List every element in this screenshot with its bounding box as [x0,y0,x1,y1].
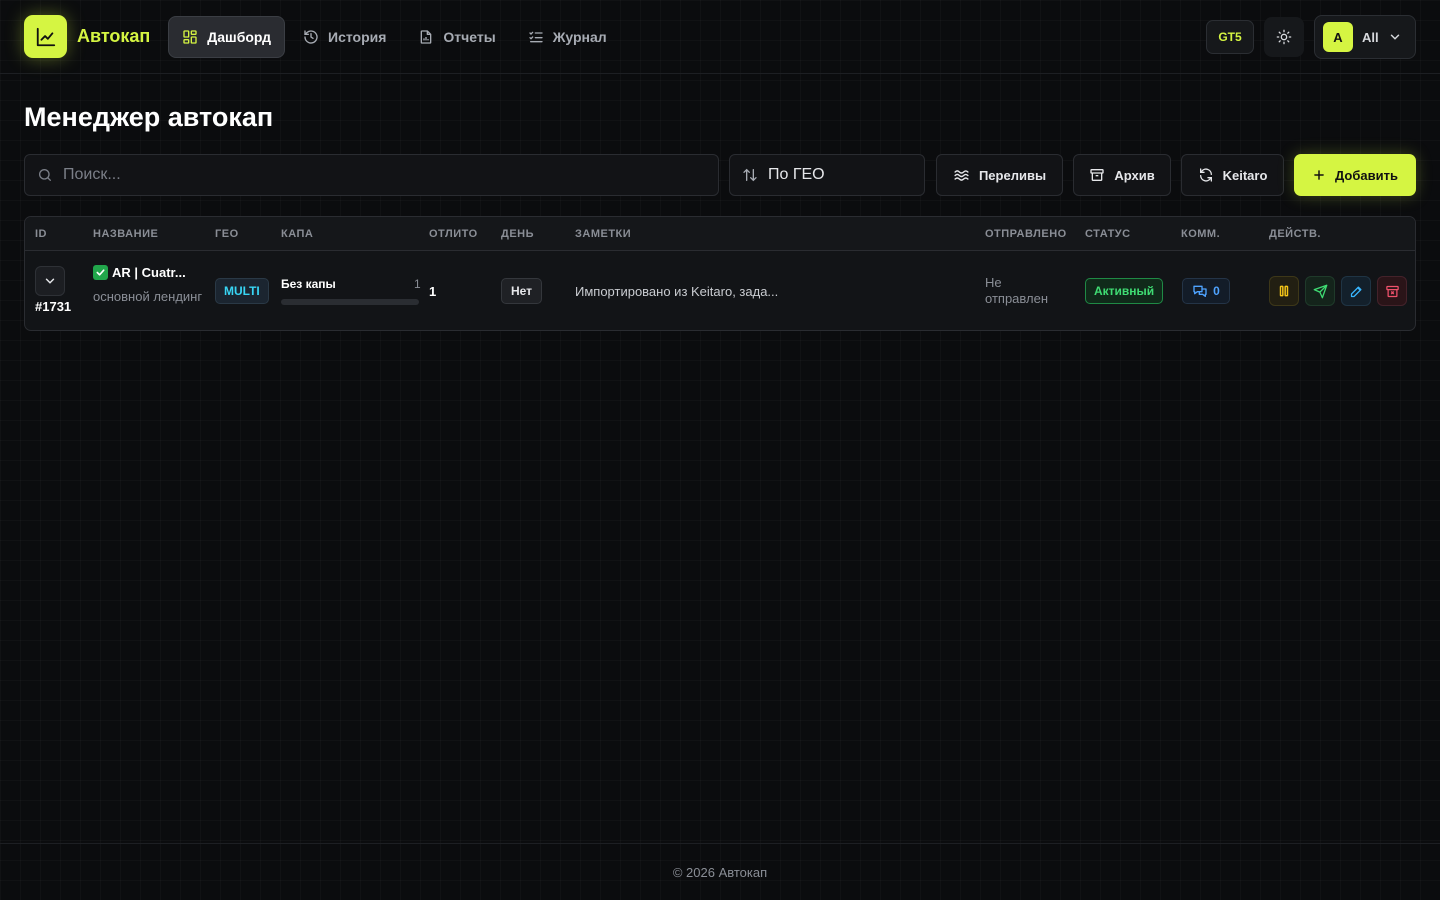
footer-text: © 2026 Автокап [672,864,768,880]
nav-dashboard[interactable]: Дашборд [168,15,286,58]
nav-history-label: История [328,28,387,45]
add-button[interactable]: Добавить [1294,154,1416,196]
user-name: All [1362,29,1379,45]
poured-value: 1 [429,284,437,299]
col-actions: ДЕЙСТВ. [1269,228,1321,240]
nav-reports-label: Отчеты [443,28,496,45]
comments-count: 0 [1213,284,1220,298]
page-title: Менеджер автокап [24,102,274,132]
sun-icon [1276,29,1292,45]
footer: © 2026 Автокап [0,843,1440,900]
row-name-text: AR | Cuatr... [112,265,186,280]
archive-button[interactable]: Архив [1073,154,1171,196]
main-nav: Дашборд История Отчеты Журнал [168,15,621,58]
header-actions: GT5 A All [1206,15,1416,59]
col-geo[interactable]: ГЕО [215,228,239,240]
row-name[interactable]: AR | Cuatr... [93,265,186,280]
comments-button[interactable]: 0 [1182,278,1230,304]
edit-button[interactable] [1341,276,1371,306]
history-icon [304,29,318,44]
nav-journal-label: Журнал [552,28,607,45]
col-comments[interactable]: КОММ. [1181,228,1220,240]
sort-arrows-icon [743,168,757,182]
cap-count: 1 [414,277,421,291]
send-icon [1313,284,1327,298]
col-poured[interactable]: ОТЛИТО [429,228,478,240]
cap-label: Без капы [281,277,336,291]
nav-history[interactable]: История [289,16,400,58]
grid-icon [183,29,197,44]
col-day[interactable]: ДЕНЬ [501,228,534,240]
day-badge: Нет [501,278,543,304]
logo[interactable] [24,15,67,58]
top-bar: Автокап Дашборд История Отчеты Журнал GT… [0,0,1440,74]
search-input[interactable] [63,166,663,184]
archive-x-icon [1385,285,1399,297]
sort-label: По ГЕО [768,166,825,183]
expand-row-button[interactable] [35,266,65,296]
col-status[interactable]: СТАТУС [1085,228,1131,240]
keitaro-sync-button[interactable]: Keitaro [1181,154,1284,196]
check-icon [93,265,108,280]
chat-icon [1193,285,1207,297]
nav-journal[interactable]: Журнал [514,16,621,58]
document-icon [421,29,432,44]
waves-icon [954,169,969,181]
autocap-table: ID НАЗВАНИЕ ГЕО КАПА ОТЛИТО ДЕНЬ ЗАМЕТКИ… [24,216,1416,331]
col-cap[interactable]: КАПА [281,228,313,240]
chart-line-icon [36,27,55,46]
table-header: ID НАЗВАНИЕ ГЕО КАПА ОТЛИТО ДЕНЬ ЗАМЕТКИ… [25,217,1415,251]
archive-row-button[interactable] [1377,276,1407,306]
user-menu-button[interactable]: A All [1314,15,1416,59]
list-check-icon [529,31,543,42]
overflow-button[interactable]: Переливы [936,154,1063,196]
app-name: Автокап [77,26,151,46]
row-id: #1731 [35,299,72,314]
keitaro-label: Keitaro [1222,167,1268,183]
avatar: A [1323,22,1353,52]
archive-icon [1090,169,1104,181]
pause-button[interactable] [1269,276,1299,306]
col-id[interactable]: ID [35,228,47,240]
send-button[interactable] [1305,276,1335,306]
sent-status: Не отправлен [985,275,1049,306]
theme-toggle-button[interactable] [1264,17,1304,57]
row-subtitle: основной лендинг [93,289,203,304]
add-label: Добавить [1335,167,1398,183]
sort-select[interactable]: По ГЕО [729,154,925,196]
overflow-label: Переливы [978,167,1047,183]
row-notes: Импортировано из Keitaro, зада... [575,284,779,299]
col-sent[interactable]: ОТПРАВЛЕНО [985,228,1067,240]
geo-badge: MULTI [215,278,269,304]
archive-label: Архив [1114,167,1155,183]
search-box[interactable] [24,154,719,196]
table-row: #1731 AR | Cuatr... основной лендинг MUL… [25,251,1415,330]
chevron-down-icon [1390,34,1399,40]
chevron-down-icon [45,278,55,284]
gt-badge-button[interactable]: GT5 [1206,20,1254,54]
col-name[interactable]: НАЗВАНИЕ [93,228,158,240]
col-notes[interactable]: ЗАМЕТКИ [575,228,631,240]
nav-dashboard-label: Дашборд [207,28,272,45]
cap-progress-bar [281,299,419,305]
plus-icon [1314,170,1324,180]
status-badge[interactable]: Активный [1085,278,1164,304]
search-icon [39,169,51,181]
pencil-icon [1350,286,1361,297]
pause-icon [1279,285,1289,297]
nav-reports[interactable]: Отчеты [404,16,509,58]
refresh-icon [1199,168,1212,182]
